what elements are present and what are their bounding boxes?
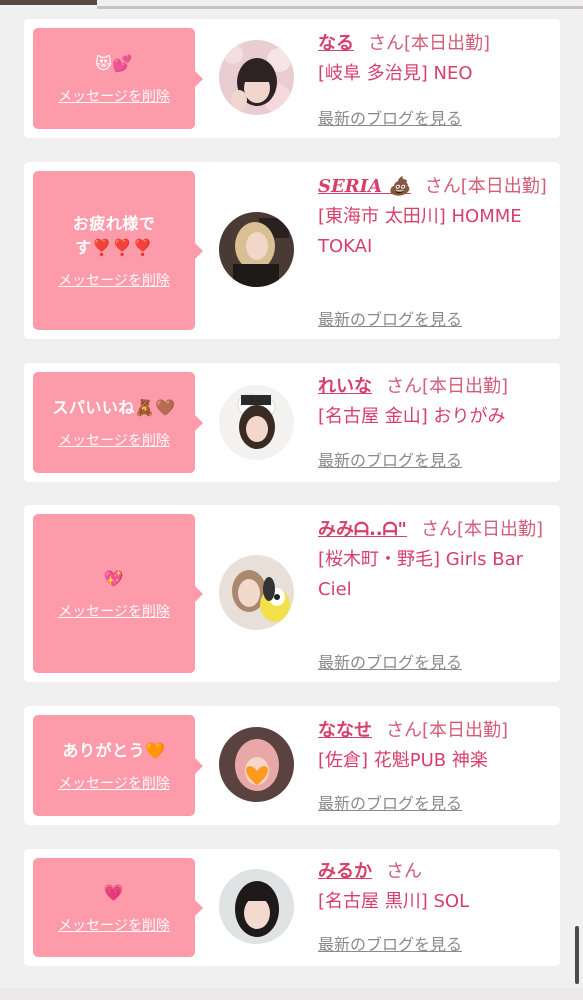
cast-name-link[interactable]: みみᗩ..ᗩ" (318, 519, 407, 540)
delete-message-link[interactable]: メッセージを削除 (58, 773, 170, 793)
cast-info: みるか さん [名古屋 黒川] SOL (318, 857, 550, 917)
message-bubble: お疲れ様です❣️❣️❣️ メッセージを削除 (33, 171, 203, 330)
cast-name-link[interactable]: みるか (318, 861, 372, 882)
cast-name-link[interactable]: なる (318, 33, 354, 54)
avatar[interactable] (219, 555, 294, 630)
bottom-divider (0, 988, 583, 1000)
honorific: さん (386, 376, 422, 397)
blog-link[interactable]: 最新のブログを見る (318, 790, 462, 814)
shop-label: [桜木町・野毛] Girls Bar Ciel (318, 549, 523, 600)
message-bubble: 💗 メッセージを削除 (33, 858, 203, 957)
message-text: 💖 (103, 568, 125, 588)
cast-name-link[interactable]: れいな (318, 376, 372, 397)
message-text: 😻💕 (95, 53, 133, 73)
message-card: 😻💕 メッセージを削除 なる さん[本日出勤] [岐阜 多治見] NEO 最新のブ… (24, 19, 560, 138)
delete-message-link[interactable]: メッセージを削除 (58, 915, 170, 935)
message-card: 💖 メッセージを削除 みみᗩ..ᗩ" さん[本日出勤] [桜木町・野毛] Girl… (24, 505, 560, 682)
cast-info: みみᗩ..ᗩ" さん[本日出勤] [桜木町・野毛] Girls Bar Ciel (318, 515, 550, 605)
message-text: 💗 (103, 882, 125, 902)
avatar[interactable] (219, 869, 294, 944)
status-label: [本日出勤] (460, 176, 547, 197)
cast-info: なる さん[本日出勤] [岐阜 多治見] NEO (318, 29, 550, 89)
message-card: スパいいね🧸🤎 メッセージを削除 れいな さん[本日出勤] [名古屋 金山] おり… (24, 363, 560, 482)
top-progress-track (97, 6, 583, 9)
avatar[interactable] (219, 727, 294, 802)
message-card: 💗 メッセージを削除 みるか さん [名古屋 黒川] SOL 最新のブログを見る (24, 849, 560, 966)
message-text: ありがとう🧡 (62, 740, 166, 760)
delete-message-link[interactable]: メッセージを削除 (58, 270, 170, 290)
shop-label: [東海市 太田川] HOMME TOKAI (318, 206, 522, 257)
top-progress-dark (0, 0, 97, 5)
cast-info: れいな さん[本日出勤] [名古屋 金山] おりがみ (318, 372, 550, 432)
blog-link[interactable]: 最新のブログを見る (318, 649, 462, 673)
scrollbar[interactable] (575, 926, 579, 984)
honorific: さん (368, 33, 404, 54)
honorific: さん (386, 861, 422, 882)
status-label: [本日出勤] (404, 33, 491, 54)
blog-link[interactable]: 最新のブログを見る (318, 447, 462, 471)
cast-info: ななせ さん[本日出勤] [佐倉] 花魁PUB 神楽 (318, 716, 550, 776)
avatar[interactable] (219, 212, 294, 287)
message-bubble: スパいいね🧸🤎 メッセージを削除 (33, 372, 203, 473)
shop-label: [岐阜 多治見] NEO (318, 63, 473, 84)
message-card: ありがとう🧡 メッセージを削除 ななせ さん[本日出勤] [佐倉] 花魁PUB 神… (24, 706, 560, 825)
delete-message-link[interactable]: メッセージを削除 (58, 430, 170, 450)
cast-name-link[interactable]: ななせ (318, 720, 372, 741)
shop-label: [名古屋 黒川] SOL (318, 891, 470, 912)
delete-message-link[interactable]: メッセージを削除 (58, 86, 170, 106)
message-card: お疲れ様です❣️❣️❣️ メッセージを削除 SERIA 💩 さん[本日出勤] [東… (24, 162, 560, 339)
honorific: さん (386, 720, 422, 741)
delete-message-link[interactable]: メッセージを削除 (58, 601, 170, 621)
blog-link[interactable]: 最新のブログを見る (318, 306, 462, 330)
cast-info: SERIA 💩 さん[本日出勤] [東海市 太田川] HOMME TOKAI (318, 172, 550, 262)
honorific: さん (424, 176, 461, 197)
shop-label: [名古屋 金山] おりがみ (318, 406, 506, 427)
blog-link[interactable]: 最新のブログを見る (318, 931, 462, 955)
status-label: [本日出勤] (422, 376, 509, 397)
message-bubble: 💖 メッセージを削除 (33, 514, 203, 673)
message-bubble: 😻💕 メッセージを削除 (33, 28, 203, 129)
status-label: [本日出勤] (422, 720, 509, 741)
honorific: さん (420, 519, 457, 540)
blog-link[interactable]: 最新のブログを見る (318, 105, 462, 129)
cast-name-link[interactable]: SERIA 💩 (318, 176, 411, 197)
shop-label: [佐倉] 花魁PUB 神楽 (318, 750, 488, 771)
status-label: [本日出勤] (456, 519, 543, 540)
message-text: お疲れ様です❣️❣️❣️ (72, 213, 156, 257)
message-bubble: ありがとう🧡 メッセージを削除 (33, 715, 203, 816)
avatar[interactable] (219, 385, 294, 460)
avatar[interactable] (219, 40, 294, 115)
message-text: スパいいね🧸🤎 (52, 397, 176, 417)
